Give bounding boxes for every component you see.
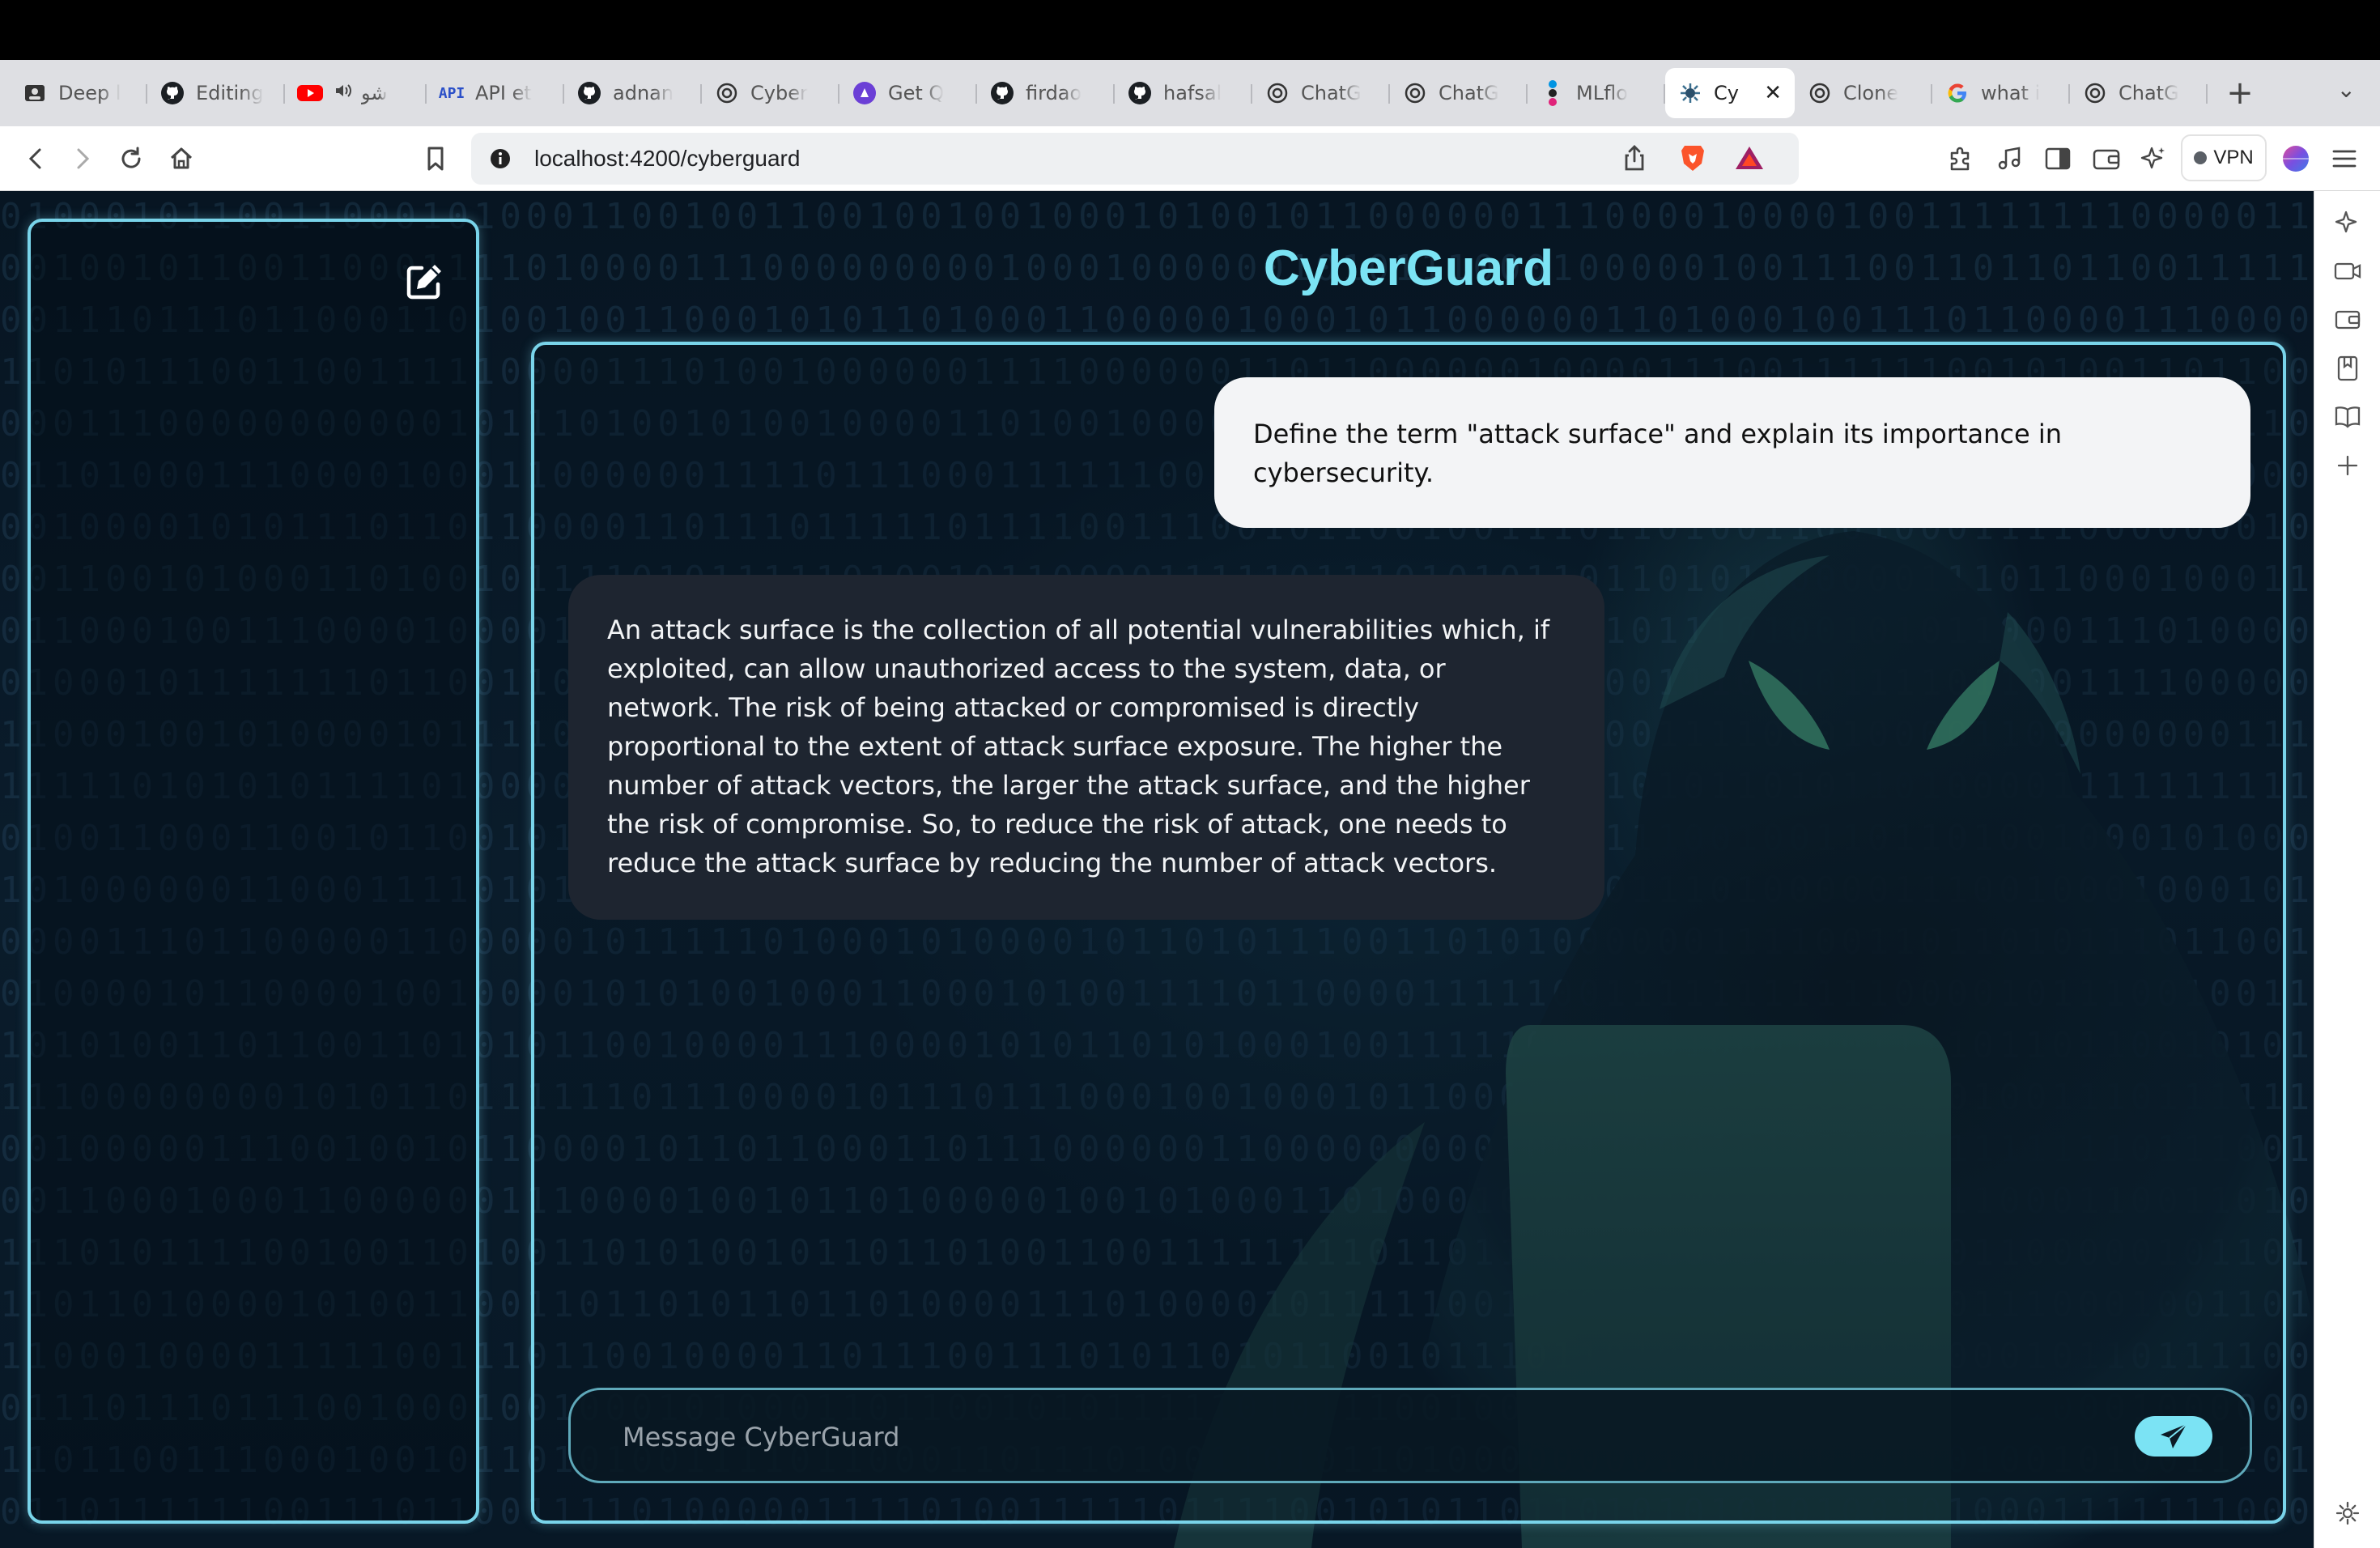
settings-gear-icon[interactable] <box>2331 1496 2365 1530</box>
tab-label: adnan <box>613 82 674 104</box>
send-button[interactable] <box>2135 1416 2212 1457</box>
extensions-icon[interactable] <box>1943 141 1978 176</box>
vpn-status-dot <box>2194 151 2208 164</box>
browser-side-panel <box>2314 191 2380 1548</box>
browser-tab[interactable]: Deep l <box>10 68 147 118</box>
speaker-icon <box>334 81 353 105</box>
vpn-label: VPN <box>2213 147 2254 168</box>
wallet-icon[interactable] <box>2089 141 2124 176</box>
wallet-icon[interactable] <box>2331 303 2365 337</box>
chat-app-icon <box>851 79 878 107</box>
tab-label: Get Q <box>888 82 945 104</box>
main-menu-icon[interactable] <box>2327 141 2362 176</box>
browser-tab[interactable]: adnan <box>564 68 702 118</box>
add-panel-icon[interactable] <box>2331 449 2365 483</box>
page-icon <box>21 79 49 107</box>
page-viewport: 0100010110011000101000110010011001001001… <box>0 191 2314 1548</box>
share-icon[interactable] <box>1622 144 1647 175</box>
new-chat-button[interactable] <box>400 257 448 306</box>
openai-icon <box>1401 79 1429 107</box>
chat-panel: Define the term "attack surface" and exp… <box>531 342 2286 1524</box>
cyberguard-icon <box>1677 79 1704 107</box>
github-icon <box>1126 79 1154 107</box>
browser-tab[interactable]: MLflo <box>1528 68 1665 118</box>
reload-button[interactable] <box>113 141 149 176</box>
message-composer <box>568 1388 2252 1483</box>
brave-rewards-icon[interactable] <box>1734 144 1765 175</box>
browser-tab[interactable]: Get Q <box>839 68 977 118</box>
openai-icon <box>713 79 741 107</box>
youtube-icon <box>296 79 324 107</box>
address-bar[interactable]: localhost:4200/cyberguard <box>471 133 1799 185</box>
browser-tab-strip: Deep l Editing شو API API et adnan Cyber… <box>0 60 2380 126</box>
browser-tab[interactable]: API API et <box>427 68 564 118</box>
edit-icon <box>406 265 441 300</box>
browser-toolbar: localhost:4200/cyberguard VPN <box>0 126 2380 191</box>
tab-label: hafsal <box>1163 82 1222 104</box>
forward-button[interactable] <box>65 141 100 176</box>
close-tab-icon[interactable]: ✕ <box>1764 81 1782 105</box>
brave-shields-icon[interactable] <box>1679 142 1706 176</box>
vpn-button[interactable]: VPN <box>2181 134 2267 181</box>
openai-icon <box>1264 79 1291 107</box>
browser-tab[interactable]: what i <box>1932 68 2070 118</box>
tab-label: Cyber <box>750 82 808 104</box>
browser-tab[interactable]: hafsal <box>1115 68 1252 118</box>
bookmarks-icon[interactable] <box>2331 351 2365 385</box>
assistant-message-bubble: An attack surface is the collection of a… <box>568 575 1604 920</box>
sidebar-toggle-icon[interactable] <box>2040 141 2076 176</box>
mlflow-icon <box>1539 79 1566 107</box>
tab-label: Clone <box>1843 82 1899 104</box>
tab-label: Cy <box>1714 82 1739 104</box>
github-icon <box>159 79 186 107</box>
user-message-bubble: Define the term "attack surface" and exp… <box>1214 377 2250 528</box>
leo-ai-icon[interactable] <box>2331 206 2365 240</box>
send-paper-plane-icon <box>2161 1423 2187 1448</box>
google-icon <box>1944 79 1971 107</box>
browser-tab[interactable]: firdao <box>977 68 1115 118</box>
openai-icon <box>2081 79 2109 107</box>
url-text[interactable]: localhost:4200/cyberguard <box>534 146 800 172</box>
tab-label: ChatG <box>2119 82 2179 104</box>
chat-history-sidebar <box>28 219 479 1524</box>
browser-tab-active[interactable]: Cy ✕ <box>1665 68 1795 118</box>
browser-tab[interactable]: Clone <box>1795 68 1932 118</box>
bookmark-button[interactable] <box>418 141 453 176</box>
tab-label: Editing <box>196 82 264 104</box>
message-input[interactable] <box>623 1413 2080 1461</box>
tab-label: API et <box>475 82 532 104</box>
browser-tab[interactable]: شو <box>285 68 427 118</box>
profile-avatar[interactable] <box>2278 141 2314 176</box>
github-icon <box>988 79 1016 107</box>
media-music-icon[interactable] <box>1991 141 2027 176</box>
tab-label: MLflo <box>1576 82 1628 104</box>
tab-label: firdao <box>1026 82 1082 104</box>
back-button[interactable] <box>18 141 53 176</box>
browser-tab[interactable]: ChatG <box>2070 68 2208 118</box>
tab-label: شو <box>361 82 388 104</box>
site-info-icon[interactable] <box>489 147 512 173</box>
browser-tab[interactable]: Cyber <box>702 68 839 118</box>
new-tab-button[interactable]: + <box>2224 74 2256 112</box>
browser-tab[interactable]: ChatG <box>1390 68 1528 118</box>
home-button[interactable] <box>164 141 199 176</box>
tab-search-chevron-icon[interactable]: ⌄ <box>2337 76 2356 103</box>
tab-label: ChatG <box>1439 82 1499 104</box>
tab-label: Deep l <box>58 82 121 104</box>
browser-tab[interactable]: Editing <box>147 68 285 118</box>
openai-icon <box>1806 79 1834 107</box>
leo-ai-icon[interactable] <box>2136 141 2171 176</box>
app-title: CyberGuard <box>1263 240 1554 296</box>
browser-tab[interactable]: ChatG <box>1252 68 1390 118</box>
reading-list-icon[interactable] <box>2331 400 2365 434</box>
tab-label: what i <box>1981 82 2041 104</box>
tab-label: ChatG <box>1301 82 1362 104</box>
api-icon: API <box>438 84 465 102</box>
talk-video-icon[interactable] <box>2331 254 2365 288</box>
screen-top-bezel <box>0 0 2380 60</box>
github-icon <box>576 79 603 107</box>
